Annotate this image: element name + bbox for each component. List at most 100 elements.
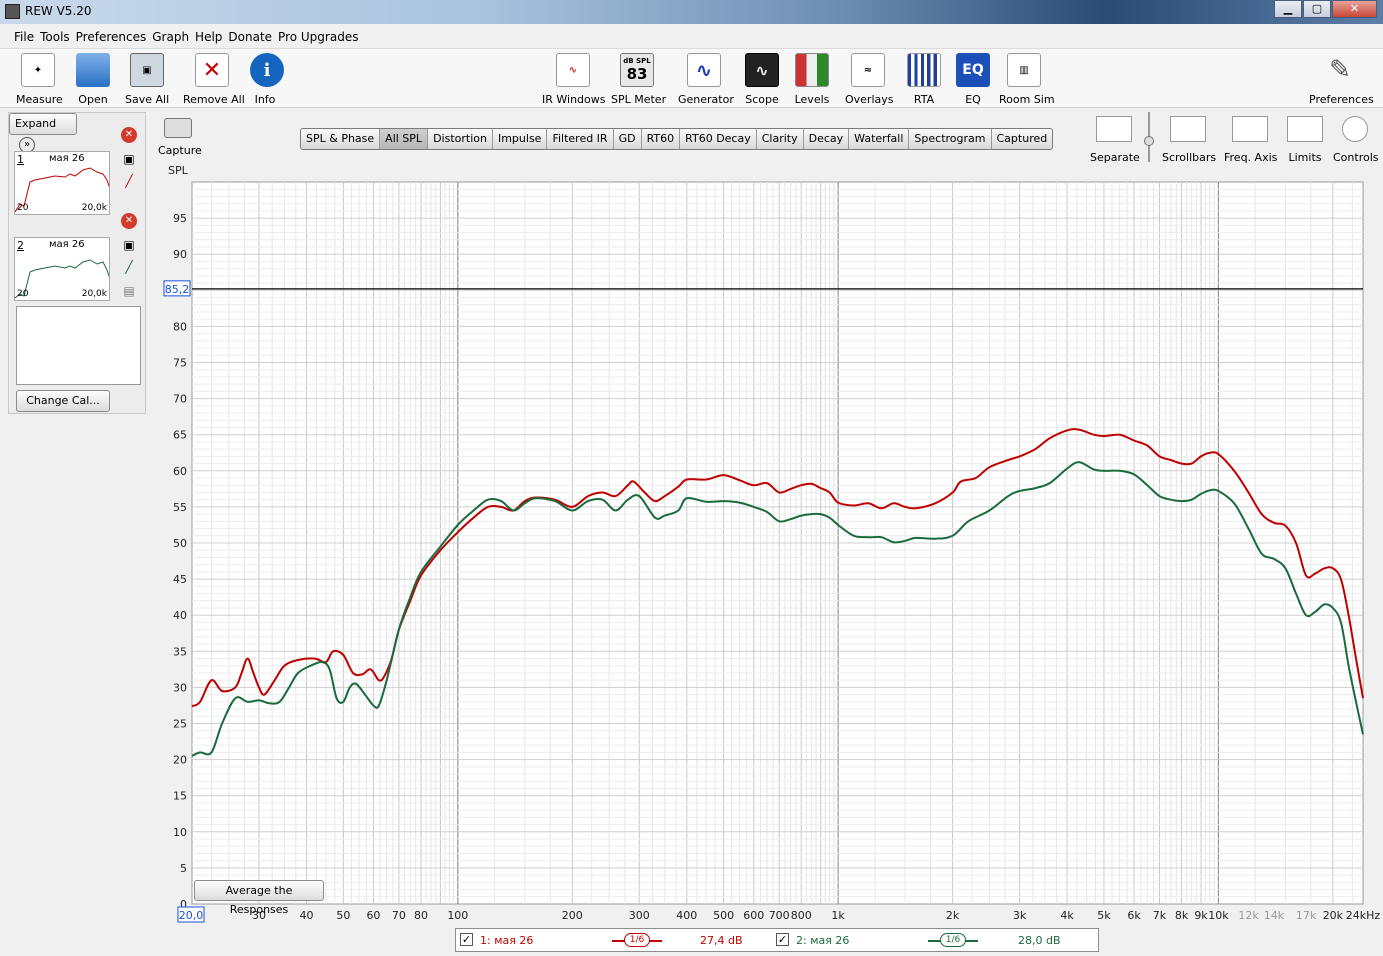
spl-graph[interactable]: 05101520253035404550556065707580859095SP… xyxy=(160,160,1383,924)
overlays-button[interactable]: ≈ Overlays xyxy=(845,53,894,106)
remove-measurement-2-icon[interactable]: ✕ xyxy=(121,213,137,229)
measurement-1-thumbnail[interactable]: 1 мая 26 20 20,0k xyxy=(14,151,110,215)
measurement-2-thumbnail[interactable]: 2 мая 26 20 20,0k xyxy=(14,237,110,301)
tab-clarity[interactable]: Clarity xyxy=(757,129,804,149)
menu-donate[interactable]: Donate xyxy=(228,27,272,47)
y-tick-label: 90 xyxy=(173,248,187,261)
spl-meter-icon: dB SPL 83 xyxy=(620,53,654,87)
controls-button[interactable]: Controls xyxy=(1333,116,1379,164)
menu-pro-upgrades[interactable]: Pro Upgrades xyxy=(278,27,358,47)
x-tick-label: 2k xyxy=(946,909,960,922)
x-tick-label: 14k xyxy=(1264,909,1285,922)
title-bar: REW V5.20 ▁ ▢ ✕ xyxy=(0,0,1383,24)
info-button[interactable]: i Info xyxy=(250,53,284,106)
freq-axis-button[interactable]: Freq. Axis xyxy=(1224,116,1277,164)
legend-1-smoothing[interactable]: 1/6 xyxy=(624,933,650,947)
preferences-button[interactable]: ✎ Preferences xyxy=(1309,53,1374,106)
y-tick-label: 50 xyxy=(173,537,187,550)
legend-2-checkbox[interactable]: ✓ xyxy=(776,933,789,946)
edit-measurement-1-icon[interactable]: ╱ xyxy=(121,173,137,189)
minimize-button[interactable]: ▁ xyxy=(1274,0,1302,18)
slider-thumb[interactable] xyxy=(1144,136,1154,146)
menu-bar: File Tools Preferences Graph Help Donate… xyxy=(0,27,1383,47)
tab-all-spl[interactable]: All SPL xyxy=(380,129,429,149)
window-controls: ▁ ▢ ✕ xyxy=(1273,0,1377,18)
scrollbars-button[interactable]: Scrollbars xyxy=(1162,116,1216,164)
separate-icon xyxy=(1096,116,1132,142)
save-measurement-1-icon[interactable]: ▣ xyxy=(121,151,137,167)
tab-spectrogram[interactable]: Spectrogram xyxy=(909,129,992,149)
ir-windows-icon: ∿ xyxy=(556,53,590,87)
eq-button[interactable]: EQ EQ xyxy=(956,53,990,106)
tab-distortion[interactable]: Distortion xyxy=(428,129,493,149)
close-button[interactable]: ✕ xyxy=(1332,0,1377,18)
tab-waterfall[interactable]: Waterfall xyxy=(849,129,910,149)
info-icon: i xyxy=(250,53,284,87)
tab-rt60[interactable]: RT60 xyxy=(642,129,681,149)
legend-1-level: 27,4 dB xyxy=(700,934,743,947)
legend-1-checkbox[interactable]: ✓ xyxy=(460,933,473,946)
save-icon: ▣ xyxy=(130,53,164,87)
remove-all-button[interactable]: ✕ Remove All xyxy=(183,53,245,106)
measurement-notes-area[interactable] xyxy=(16,306,141,385)
expand-button[interactable]: Expand» xyxy=(9,113,77,153)
menu-tools[interactable]: Tools xyxy=(40,27,70,47)
x-tick-label: 40 xyxy=(299,909,313,922)
save-measurement-2-icon[interactable]: ▣ xyxy=(121,237,137,253)
separate-button[interactable]: Separate xyxy=(1090,116,1140,164)
remove-measurement-1-icon[interactable]: ✕ xyxy=(121,127,137,143)
y-tick-label: 95 xyxy=(173,212,187,225)
y-tick-label: 30 xyxy=(173,681,187,694)
maximize-button[interactable]: ▢ xyxy=(1303,0,1331,18)
menu-file[interactable]: File xyxy=(14,27,34,47)
scope-button[interactable]: ∿ Scope xyxy=(745,53,779,106)
save-all-button[interactable]: ▣ Save All xyxy=(125,53,169,106)
menu-graph[interactable]: Graph xyxy=(152,27,189,47)
levels-icon xyxy=(795,53,829,87)
y-tick-label: 40 xyxy=(173,609,187,622)
open-button[interactable]: Open xyxy=(76,53,110,106)
separation-slider[interactable] xyxy=(1144,112,1154,162)
y-tick-label: 70 xyxy=(173,393,187,406)
tab-gd[interactable]: GD xyxy=(614,129,642,149)
measurement-2-number: 2 xyxy=(17,239,24,252)
levels-button[interactable]: Levels xyxy=(794,53,830,106)
y-tick-label: 20 xyxy=(173,754,187,767)
x-tick-label: 17k xyxy=(1296,909,1317,922)
rta-icon xyxy=(907,53,941,87)
tab-decay[interactable]: Decay xyxy=(804,129,850,149)
x-tick-label: 800 xyxy=(791,909,812,922)
y-tick-label: 5 xyxy=(180,862,187,875)
x-tick-label: 20k xyxy=(1323,909,1344,922)
y-tick-label: 75 xyxy=(173,357,187,370)
spl-meter-button[interactable]: dB SPL 83 SPL Meter xyxy=(611,53,666,106)
room-sim-button[interactable]: ▥ Room Sim xyxy=(999,53,1055,106)
notes-icon[interactable]: ▤ xyxy=(121,283,137,299)
scope-icon: ∿ xyxy=(745,53,779,87)
measure-button[interactable]: ✦ Measure xyxy=(16,53,63,106)
y-tick-label: 10 xyxy=(173,826,187,839)
x-tick-label: 8k xyxy=(1175,909,1189,922)
capture-button[interactable]: Capture xyxy=(158,118,202,157)
menu-help[interactable]: Help xyxy=(195,27,222,47)
change-cal-button[interactable]: Change Cal... xyxy=(16,390,110,412)
legend-2-smoothing[interactable]: 1/6 xyxy=(940,933,966,947)
limits-button[interactable]: Limits xyxy=(1287,116,1323,164)
tab-impulse[interactable]: Impulse xyxy=(493,129,548,149)
y-tick-label: 60 xyxy=(173,465,187,478)
legend-2-level: 28,0 dB xyxy=(1018,934,1061,947)
ir-windows-button[interactable]: ∿ IR Windows xyxy=(542,53,606,106)
y-tick-label: 35 xyxy=(173,645,187,658)
tab-filtered-ir[interactable]: Filtered IR xyxy=(547,129,614,149)
tab-rt60-decay[interactable]: RT60 Decay xyxy=(680,129,757,149)
legend-2-name: 2: мая 26 xyxy=(796,934,850,947)
edit-measurement-2-icon[interactable]: ╱ xyxy=(121,259,137,275)
wrench-icon: ✎ xyxy=(1329,55,1351,85)
average-responses-button[interactable]: Average the Responses xyxy=(194,880,324,916)
tab-captured[interactable]: Captured xyxy=(992,129,1053,149)
menu-preferences[interactable]: Preferences xyxy=(76,27,147,47)
tab-spl-phase[interactable]: SPL & Phase xyxy=(301,129,381,149)
generator-button[interactable]: ∿ Generator xyxy=(678,53,734,106)
measurement-1-date: мая 26 xyxy=(49,153,85,164)
rta-button[interactable]: RTA xyxy=(907,53,941,106)
